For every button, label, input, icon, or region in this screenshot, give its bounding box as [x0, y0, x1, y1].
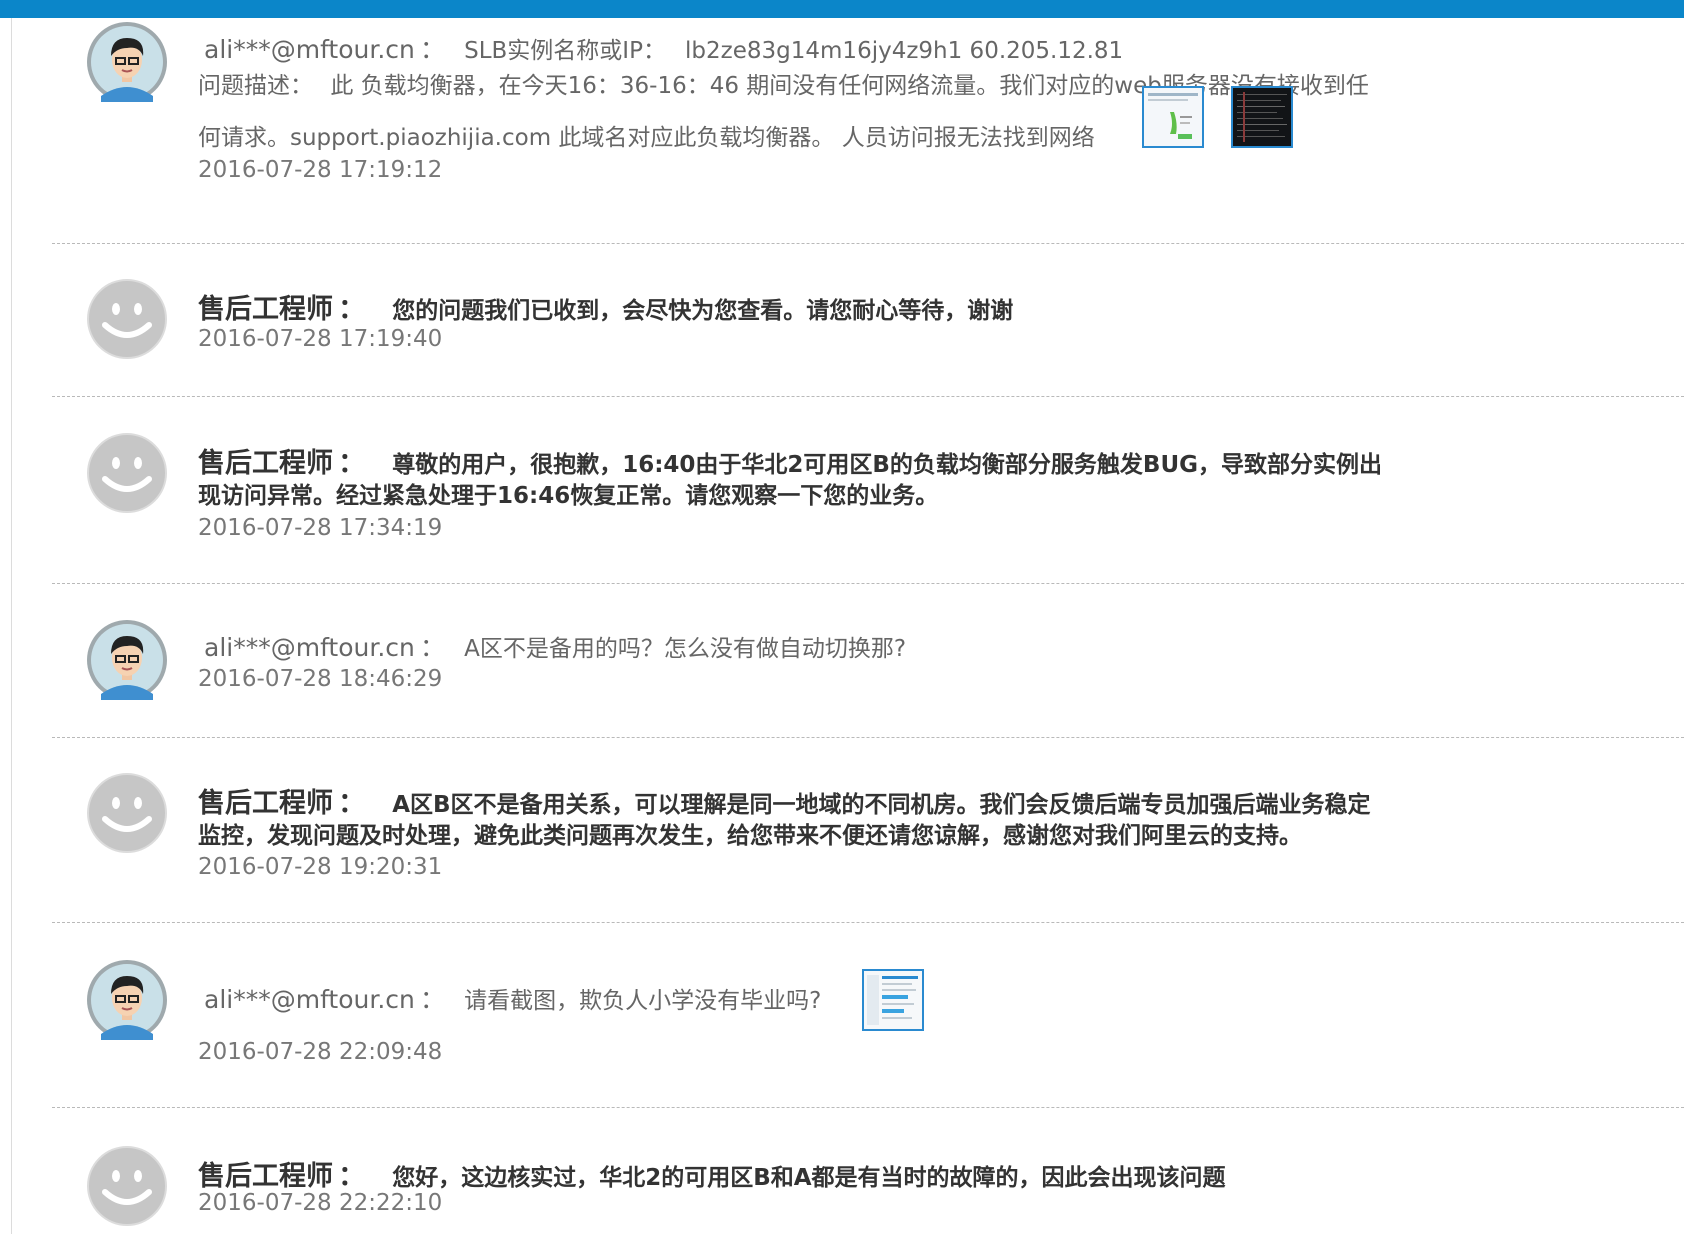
smiley-avatar-icon: [87, 433, 167, 513]
attachment-thumbnail-1[interactable]: [1142, 86, 1204, 148]
user-avatar-icon: [87, 22, 167, 102]
message-timestamp: 2016-07-28 19:20:31: [198, 854, 443, 880]
message-timestamp: 2016-07-28 22:22:10: [198, 1190, 443, 1216]
slb-value: lb2ze83g14m16jy4z9h1 60.205.12.81: [685, 38, 1124, 64]
sender-name: 售后工程师: [198, 1161, 333, 1192]
smiley-avatar-icon: [87, 279, 167, 359]
name-colon: ：: [338, 294, 366, 325]
message-text-line-2: 监控，发现问题及时处理，避免此类问题再次发生，给您带来不便还请您谅解，感谢您对我…: [198, 823, 1302, 849]
user-avatar-icon: [87, 960, 167, 1040]
sender-name: ali***@mftour.cn: [204, 985, 415, 1014]
attachment-thumbnail-2[interactable]: [1231, 86, 1293, 148]
message-divider: [52, 1107, 1684, 1108]
message-divider: [52, 922, 1684, 923]
message-timestamp: 2016-07-28 17:19:40: [198, 326, 443, 352]
message-divider: [52, 396, 1684, 397]
sender-name: ali***@mftour.cn: [204, 633, 415, 662]
name-colon: ：: [338, 788, 366, 819]
message-text: 请看截图，欺负人小学没有毕业吗?: [464, 988, 822, 1014]
message-timestamp: 2016-07-28 22:09:48: [198, 1039, 443, 1065]
message-text-line-1: A区B区不是备用关系，可以理解是同一地域的不同机房。我们会反馈后端专员加强后端业…: [392, 792, 1371, 818]
name-colon: ：: [419, 35, 445, 64]
sender-name: 售后工程师: [198, 294, 333, 325]
name-colon: ：: [338, 1161, 366, 1192]
slb-label: SLB实例名称或IP：: [464, 38, 666, 64]
smiley-avatar-icon: [87, 773, 167, 853]
sender-name: 售后工程师: [198, 788, 333, 819]
description-label: 问题描述：: [198, 73, 313, 99]
message-text: 您好，这边核实过，华北2的可用区B和A都是有当时的故障的，因此会出现该问题: [392, 1165, 1226, 1191]
name-colon: ：: [419, 633, 445, 662]
sender-name: 售后工程师: [198, 448, 333, 479]
left-border: [11, 18, 12, 1234]
message-timestamp: 2016-07-28 17:34:19: [198, 515, 443, 541]
name-colon: ：: [419, 985, 445, 1014]
attachment-thumbnail-3[interactable]: [862, 969, 924, 1031]
name-colon: ：: [338, 448, 366, 479]
description-line-2: 何请求。support.piaozhijia.com 此域名对应此负载均衡器。 …: [198, 125, 1095, 151]
message-divider: [52, 583, 1684, 584]
top-bar: [0, 0, 1684, 18]
user-avatar-icon: [87, 620, 167, 700]
message-text: 您的问题我们已收到，会尽快为您查看。请您耐心等待，谢谢: [392, 298, 1014, 324]
sender-name: ali***@mftour.cn: [204, 35, 415, 64]
description-line-1: 此 负载均衡器，在今天16：36-16：46 期间没有任何网络流量。我们对应的w…: [330, 73, 1369, 99]
message-text-line-2: 现访问异常。经过紧急处理于16:46恢复正常。请您观察一下您的业务。: [198, 483, 939, 509]
message-text-line-1: 尊敬的用户，很抱歉，16:40由于华北2可用区B的负载均衡部分服务触发BUG，导…: [392, 452, 1383, 478]
smiley-avatar-icon: [87, 1146, 167, 1226]
message-timestamp: 2016-07-28 18:46:29: [198, 666, 443, 692]
message-divider: [52, 243, 1684, 244]
message-timestamp: 2016-07-28 17:19:12: [198, 157, 443, 183]
message-divider: [52, 737, 1684, 738]
message-text: A区不是备用的吗？怎么没有做自动切换那?: [464, 636, 907, 662]
